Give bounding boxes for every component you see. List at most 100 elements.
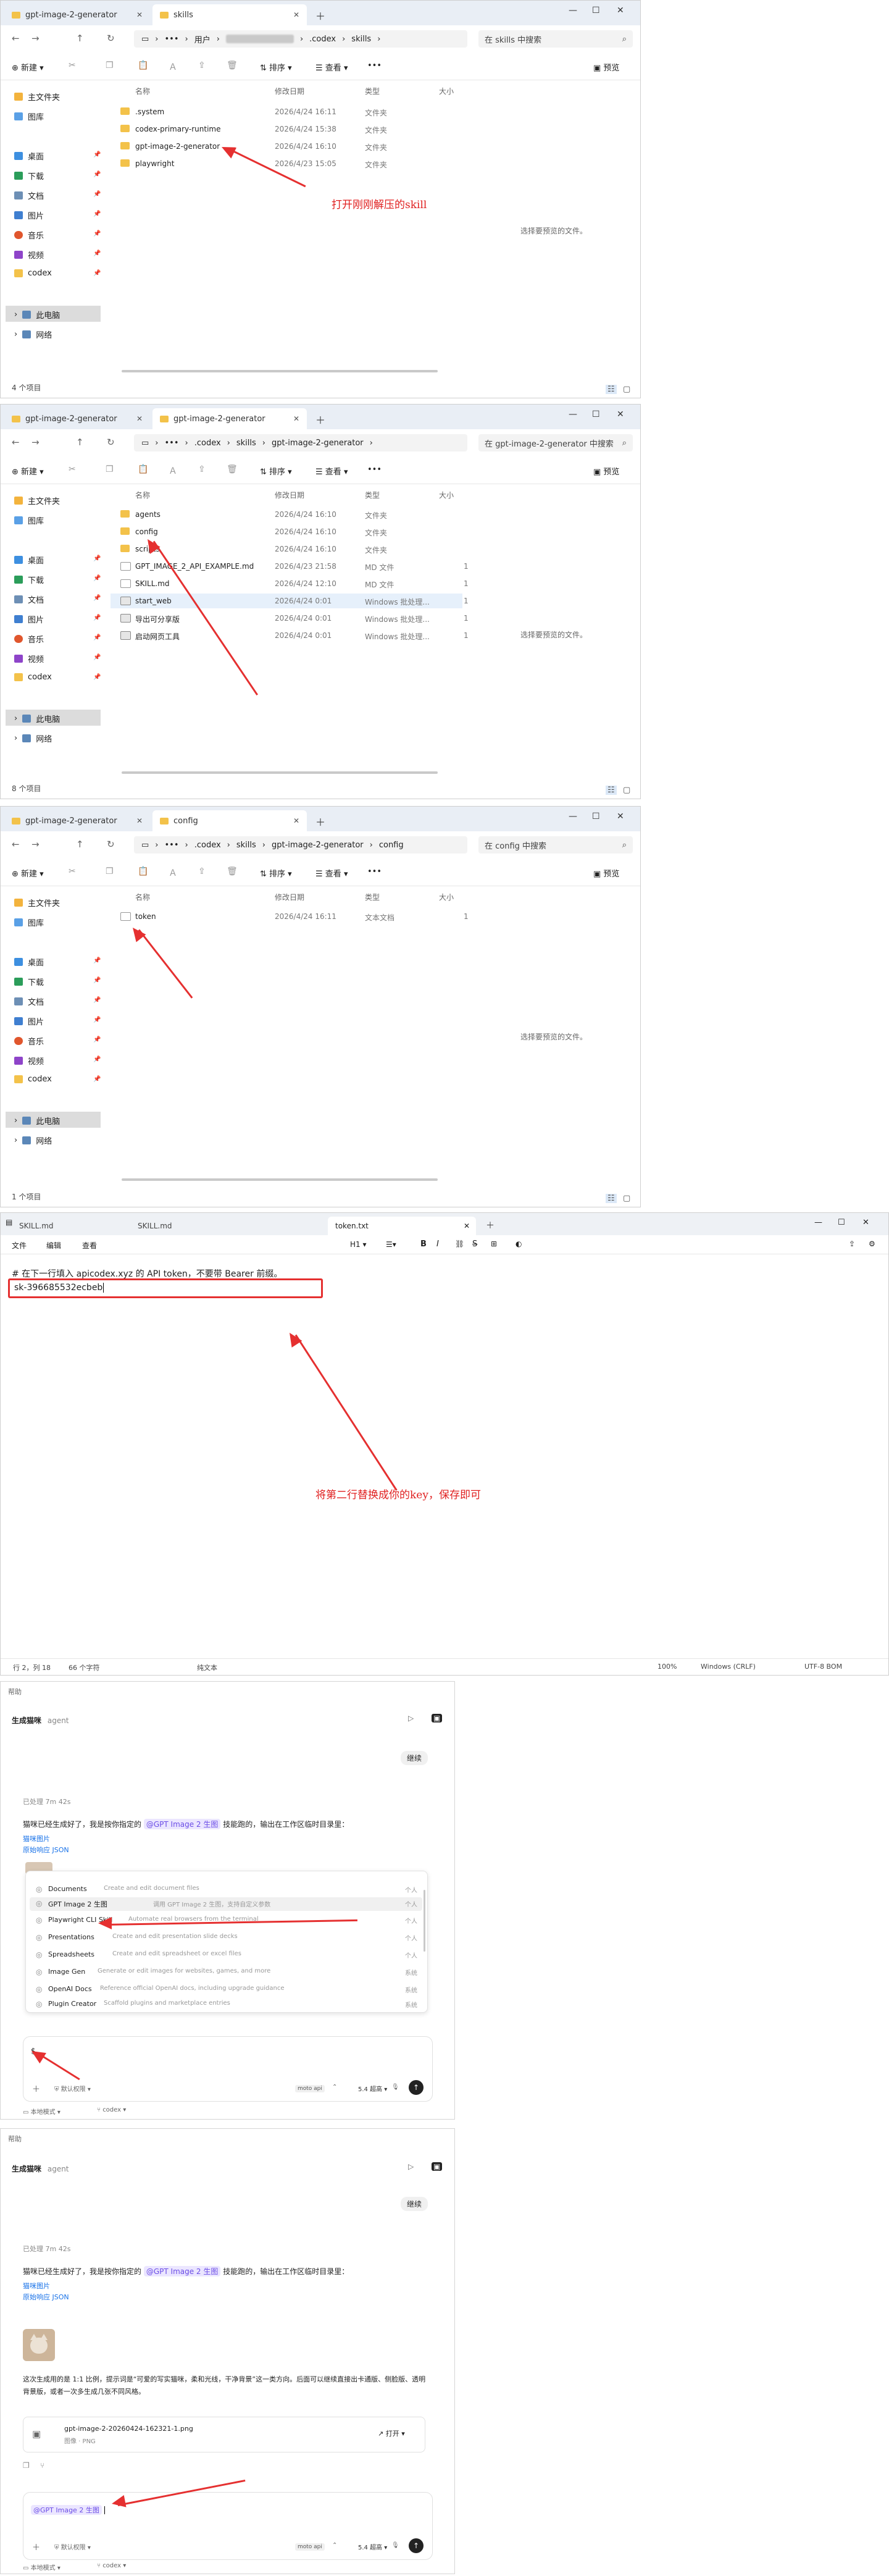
sidebar-item-gallery[interactable]: 图库 [14,514,44,526]
composer-input[interactable]: @GPT Image 2 生图 [31,2505,105,2515]
tiles-view-icon[interactable]: ▢ [623,385,630,394]
chat-composer[interactable]: @GPT Image 2 生图 ＋ ⛨ 默认权限 ▾ moto api ⌃ 5.… [23,2492,433,2560]
sidebar-item-gallery[interactable]: 图库 [14,111,44,122]
breadcrumb[interactable]: ▭ › ••• › 用户 › › .codex › skills › [134,30,467,48]
cut-icon[interactable]: ✂ [69,464,76,474]
sidebar-item-this-pc[interactable]: › 此电脑 [14,309,60,321]
link-cat-image[interactable]: 猫咪图片 [23,1834,50,1844]
breadcrumb-item[interactable]: .codex [194,438,221,448]
back-icon[interactable]: ← [12,839,20,850]
close-icon[interactable]: ✕ [136,414,143,423]
send-arrow-icon[interactable]: ↑ [409,2080,424,2095]
column-header-date[interactable]: 修改日期 [275,490,304,500]
rename-icon[interactable]: Ａ [169,464,177,477]
provider-chip[interactable]: moto api [295,2543,325,2551]
table-row-selected[interactable]: start_web 2026/4/24 0:01 Windows 批处理... 1 [111,594,469,608]
maximize-icon[interactable]: ☐ [838,1218,845,1227]
column-header-type[interactable]: 类型 [365,86,380,96]
continue-button[interactable]: 继续 [401,1751,428,1765]
delete-icon[interactable]: 🗑 [227,464,238,474]
view-button[interactable]: ☰ 查看 ▾ [315,867,348,879]
menu-edit[interactable]: 编辑 [46,1240,61,1251]
editor-line-2[interactable]: sk-396685532ecbeb [14,1283,104,1293]
up-icon[interactable]: ↑ [76,839,84,850]
close-icon[interactable]: ✕ [464,1222,470,1230]
new-tab-icon[interactable]: ＋ [486,1219,495,1231]
breadcrumb[interactable]: ▭ › ••• › .codex › skills › gpt-image-2-gener… [134,434,467,451]
sidebar-item-desktop[interactable]: 桌面 [14,150,44,162]
skill-item-image-gen[interactable]: ◎ Image Gen Generate or edit images for we… [36,1966,419,1979]
breadcrumb[interactable]: ▭ › ••• › .codex › skills › gpt-image-2-gener… [134,836,467,854]
maximize-icon[interactable]: ☐ [592,812,600,821]
tab-config[interactable]: config ✕ [152,810,307,831]
skill-item-presentations[interactable]: ◎ Presentations Create and edit presentati… [36,1932,419,1944]
rename-icon[interactable]: Ａ [169,61,177,73]
minimize-icon[interactable]: — [569,812,577,821]
close-icon[interactable]: ✕ [293,816,299,825]
sidebar-item-home[interactable]: 主文件夹 [14,897,60,908]
sidebar-item-downloads[interactable]: 下载 [14,574,44,585]
close-window-icon[interactable]: ✕ [617,409,624,419]
horizontal-scrollbar[interactable] [122,771,438,774]
delete-icon[interactable]: 🗑 [227,866,238,876]
preview-button[interactable]: ▣ 预览 [593,465,619,477]
column-header-date[interactable]: 修改日期 [275,892,304,902]
open-button[interactable]: ↗ 打开 ▾ [378,2428,405,2438]
breadcrumb-item[interactable]: skills [236,438,256,448]
sidebar-item-desktop[interactable]: 桌面 [14,554,44,566]
new-tab-icon[interactable]: ＋ [315,8,325,23]
forward-icon[interactable]: → [31,839,40,850]
sidebar-item-music[interactable]: 音乐 [14,633,44,645]
new-button[interactable]: ⊕ 新建 ▾ [12,61,44,73]
tab-skill-md-1[interactable]: SKILL.md [19,1217,124,1235]
sidebar-item-network[interactable]: › 网络 [14,1135,52,1146]
refresh-icon[interactable]: ↻ [107,839,115,850]
search-input[interactable]: 在 gpt-image-2-generator 中搜索 ⌕ [478,434,633,451]
sidebar-item-videos[interactable]: 视频 [14,653,44,665]
sidebar-item-documents[interactable]: 文档 [14,594,44,605]
table-row[interactable]: codex-primary-runtime 2026/4/24 15:38 文件夹 [111,122,462,136]
forward-icon[interactable]: → [31,33,40,44]
sidebar-item-downloads[interactable]: 下载 [14,976,44,988]
column-header-size[interactable]: 大小 [439,86,454,96]
sidebar-item-codex[interactable]: codex [14,269,52,278]
sidebar-item-videos[interactable]: 视频 [14,1055,44,1067]
breadcrumb-item[interactable]: gpt-image-2-generator [272,841,364,850]
back-icon[interactable]: ← [12,33,20,44]
more-button[interactable]: ••• [367,465,382,474]
sidebar-item-pictures[interactable]: 图片 [14,613,44,625]
strikethrough-icon[interactable]: S [472,1240,477,1249]
local-mode-dropdown[interactable]: ▭ 本地模式 ▾ [23,2107,61,2116]
search-input[interactable]: 在 config 中搜索 ⌕ [478,836,633,854]
status-mode[interactable]: 纯文本 [197,1663,217,1672]
paste-icon[interactable]: 📋 [138,464,148,474]
play-icon[interactable]: ▷ [408,1714,414,1722]
table-row[interactable]: config 2026/4/24 16:10 文件夹 [111,524,462,539]
sidebar-item-home[interactable]: 主文件夹 [14,495,60,506]
gear-icon[interactable]: ⚙ [869,1240,875,1248]
model-dropdown[interactable]: 5.4 超高 ▾ [358,2084,387,2093]
column-header-name[interactable]: 名称 [135,490,150,500]
menu-help[interactable]: 帮助 [8,1687,22,1697]
close-window-icon[interactable]: ✕ [617,812,624,821]
model-dropdown[interactable]: 5.4 超高 ▾ [358,2542,387,2551]
refresh-icon[interactable]: ↻ [107,33,115,44]
copy-icon[interactable]: ❐ [106,866,114,876]
sidebar-item-network[interactable]: › 网络 [14,329,52,340]
sidebar-item-documents[interactable]: 文档 [14,190,44,201]
breadcrumb-item[interactable]: .codex [309,35,336,44]
sort-button[interactable]: ⇅ 排序 ▾ [260,465,292,477]
table-row[interactable]: gpt-image-2-generator 2026/4/24 16:10 文件夹 [111,139,462,154]
branch-dropdown[interactable]: ⑂ codex ▾ [97,2107,126,2113]
cut-icon[interactable]: ✂ [69,61,76,70]
column-header-type[interactable]: 类型 [365,490,380,500]
skill-item-playwright[interactable]: ◎ Playwright CLI Skill Automate real brows… [36,1915,419,1927]
skill-item-plugin-creator[interactable]: ◎ Plugin Creator Scaffold plugins and mark… [36,1999,419,2011]
tab-token-txt[interactable]: token.txt ✕ [328,1217,476,1235]
horizontal-scrollbar[interactable] [122,370,438,372]
status-zoom[interactable]: 100% [657,1663,677,1671]
forward-icon[interactable]: → [31,437,40,448]
column-header-type[interactable]: 类型 [365,892,380,902]
permission-dropdown[interactable]: ⛨ 默认权限 ▾ [54,2542,91,2551]
horizontal-scrollbar[interactable] [122,1178,438,1181]
